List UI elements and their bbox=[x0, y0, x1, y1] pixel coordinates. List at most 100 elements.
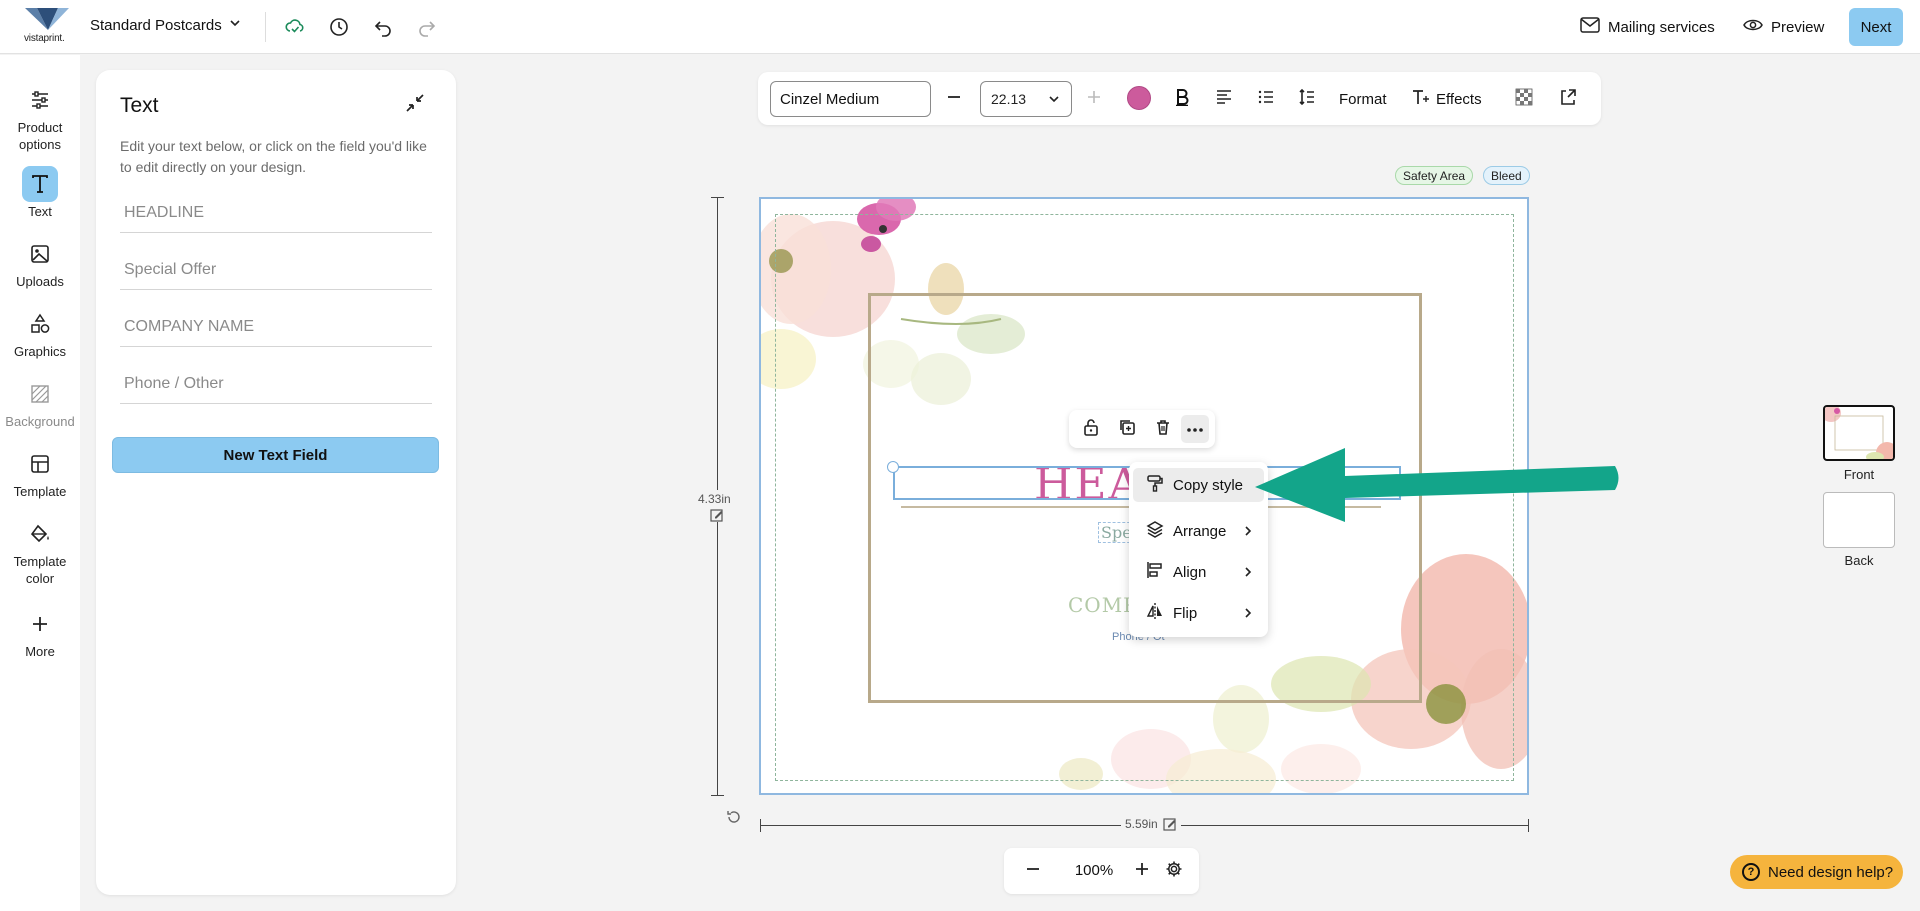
menu-item-align[interactable]: Align bbox=[1133, 555, 1264, 589]
text-color-swatch[interactable] bbox=[1127, 86, 1151, 110]
thumbnail-preview bbox=[1825, 407, 1893, 459]
delete-button[interactable] bbox=[1149, 415, 1177, 443]
chevron-right-icon bbox=[1242, 565, 1254, 583]
product-name-dropdown[interactable]: Standard Postcards bbox=[90, 16, 242, 34]
unlock-icon bbox=[1082, 418, 1100, 441]
rail-item-product-options[interactable]: Product options bbox=[0, 82, 80, 153]
zoom-out-button[interactable] bbox=[1020, 858, 1046, 884]
left-rail: Product options Text Uploads Graphics Ba… bbox=[0, 55, 80, 911]
line-spacing-icon bbox=[1298, 88, 1316, 111]
next-button[interactable]: Next bbox=[1849, 8, 1903, 46]
more-options-button[interactable] bbox=[1181, 415, 1209, 443]
effects-button[interactable]: Effects bbox=[1411, 85, 1482, 113]
menu-item-arrange[interactable]: Arrange bbox=[1133, 514, 1264, 548]
rail-item-more[interactable]: More bbox=[0, 606, 80, 660]
zoom-in-button[interactable] bbox=[1129, 858, 1155, 884]
line-spacing-button[interactable] bbox=[1293, 85, 1321, 113]
more-options-menu: Copy style Arrange Align Flip bbox=[1129, 462, 1268, 637]
undo-icon[interactable] bbox=[370, 14, 396, 40]
back-side-thumbnail[interactable] bbox=[1823, 492, 1895, 548]
text-field-company-name[interactable]: COMPANY NAME bbox=[120, 307, 432, 347]
chevron-down-icon bbox=[1047, 92, 1061, 109]
dimension-cap bbox=[711, 197, 724, 198]
brand-text: vistaprint. bbox=[24, 33, 65, 44]
font-family-select[interactable]: Cinzel Medium bbox=[770, 81, 931, 117]
new-text-field-button[interactable]: New Text Field bbox=[112, 437, 439, 473]
menu-item-flip[interactable]: Flip bbox=[1133, 596, 1264, 630]
transparency-button[interactable] bbox=[1510, 85, 1538, 113]
mailing-services-button[interactable]: Mailing services bbox=[1580, 14, 1715, 40]
rail-item-text[interactable]: Text bbox=[0, 166, 80, 220]
layers-icon bbox=[1146, 520, 1164, 542]
align-text-button[interactable] bbox=[1210, 85, 1238, 113]
need-design-help-button[interactable]: ? Need design help? bbox=[1730, 855, 1903, 889]
safety-area-badge[interactable]: Safety Area bbox=[1395, 166, 1474, 185]
bold-icon bbox=[1173, 88, 1191, 111]
trash-icon bbox=[1154, 418, 1172, 441]
zoom-settings-button[interactable] bbox=[1161, 858, 1187, 884]
zoom-control: 100% bbox=[1004, 848, 1199, 894]
rail-label: Uploads bbox=[16, 274, 64, 289]
increase-size-button[interactable] bbox=[1080, 85, 1108, 113]
panel-description: Edit your text below, or click on the fi… bbox=[120, 138, 427, 175]
history-icon[interactable] bbox=[326, 14, 352, 40]
rail-label: Template bbox=[13, 484, 67, 499]
preview-button[interactable]: Preview bbox=[1743, 14, 1824, 40]
edit-height-icon[interactable] bbox=[710, 508, 724, 522]
duplicate-button[interactable] bbox=[1113, 415, 1141, 443]
rotate-handle[interactable] bbox=[887, 461, 899, 473]
minus-icon bbox=[946, 89, 962, 110]
text-field-phone[interactable]: Phone / Other bbox=[120, 364, 432, 404]
redo-icon[interactable] bbox=[414, 14, 440, 40]
rail-item-graphics[interactable]: Graphics bbox=[0, 306, 80, 360]
collapse-icon bbox=[405, 93, 425, 118]
share-button[interactable] bbox=[1554, 85, 1582, 113]
edit-width-icon[interactable] bbox=[1163, 817, 1177, 831]
rail-item-template-color[interactable]: Template color bbox=[0, 516, 80, 587]
decrease-size-button[interactable] bbox=[940, 85, 968, 113]
bleed-badge[interactable]: Bleed bbox=[1483, 166, 1530, 185]
rail-item-template[interactable]: Template bbox=[0, 446, 80, 500]
front-label: Front bbox=[1843, 467, 1875, 482]
menu-item-copy-style[interactable]: Copy style bbox=[1133, 468, 1264, 502]
align-left-icon bbox=[1215, 89, 1233, 110]
zoom-level[interactable]: 100% bbox=[1062, 862, 1126, 879]
collapse-panel-button[interactable] bbox=[402, 92, 428, 118]
flip-icon bbox=[1146, 602, 1164, 624]
list-button[interactable] bbox=[1252, 85, 1280, 113]
front-side-thumbnail[interactable] bbox=[1823, 405, 1895, 461]
help-label: Need design help? bbox=[1768, 863, 1894, 881]
align-icon bbox=[1146, 561, 1164, 583]
rail-item-uploads[interactable]: Uploads bbox=[0, 236, 80, 290]
rail-label: Graphics bbox=[13, 344, 67, 359]
format-button[interactable]: Format bbox=[1339, 85, 1387, 113]
top-bar: vistaprint. Standard Postcards Mailing s… bbox=[0, 0, 1920, 54]
shapes-icon bbox=[22, 306, 58, 342]
width-label-group: 5.59in bbox=[1121, 817, 1181, 831]
preview-label: Preview bbox=[1771, 18, 1825, 36]
element-toolbar bbox=[1069, 410, 1215, 448]
font-size-select[interactable]: 22.13 bbox=[980, 81, 1072, 117]
menu-item-label: Arrange bbox=[1173, 522, 1227, 540]
cloud-saved-icon[interactable] bbox=[282, 14, 308, 40]
text-field-headline[interactable]: HEADLINE bbox=[120, 193, 432, 233]
font-size-value: 22.13 bbox=[991, 91, 1027, 107]
mailing-services-label: Mailing services bbox=[1608, 18, 1715, 36]
gear-icon bbox=[1165, 860, 1183, 883]
dimension-cap bbox=[1528, 819, 1529, 832]
template-icon bbox=[22, 446, 58, 482]
bold-button[interactable] bbox=[1168, 85, 1196, 113]
effects-label: Effects bbox=[1436, 90, 1482, 108]
rail-label: Background bbox=[5, 414, 75, 429]
rail-label: Product options bbox=[17, 120, 63, 152]
text-field-special-offer[interactable]: Special Offer bbox=[120, 250, 432, 290]
list-icon bbox=[1257, 89, 1275, 110]
menu-item-label: Flip bbox=[1173, 604, 1198, 622]
effects-icon bbox=[1411, 88, 1431, 110]
rotate-icon[interactable] bbox=[725, 808, 743, 831]
image-icon bbox=[22, 236, 58, 272]
text-icon bbox=[22, 166, 58, 202]
sliders-icon bbox=[22, 82, 58, 118]
unlock-button[interactable] bbox=[1077, 415, 1105, 443]
rail-item-background[interactable]: Background bbox=[0, 376, 80, 430]
